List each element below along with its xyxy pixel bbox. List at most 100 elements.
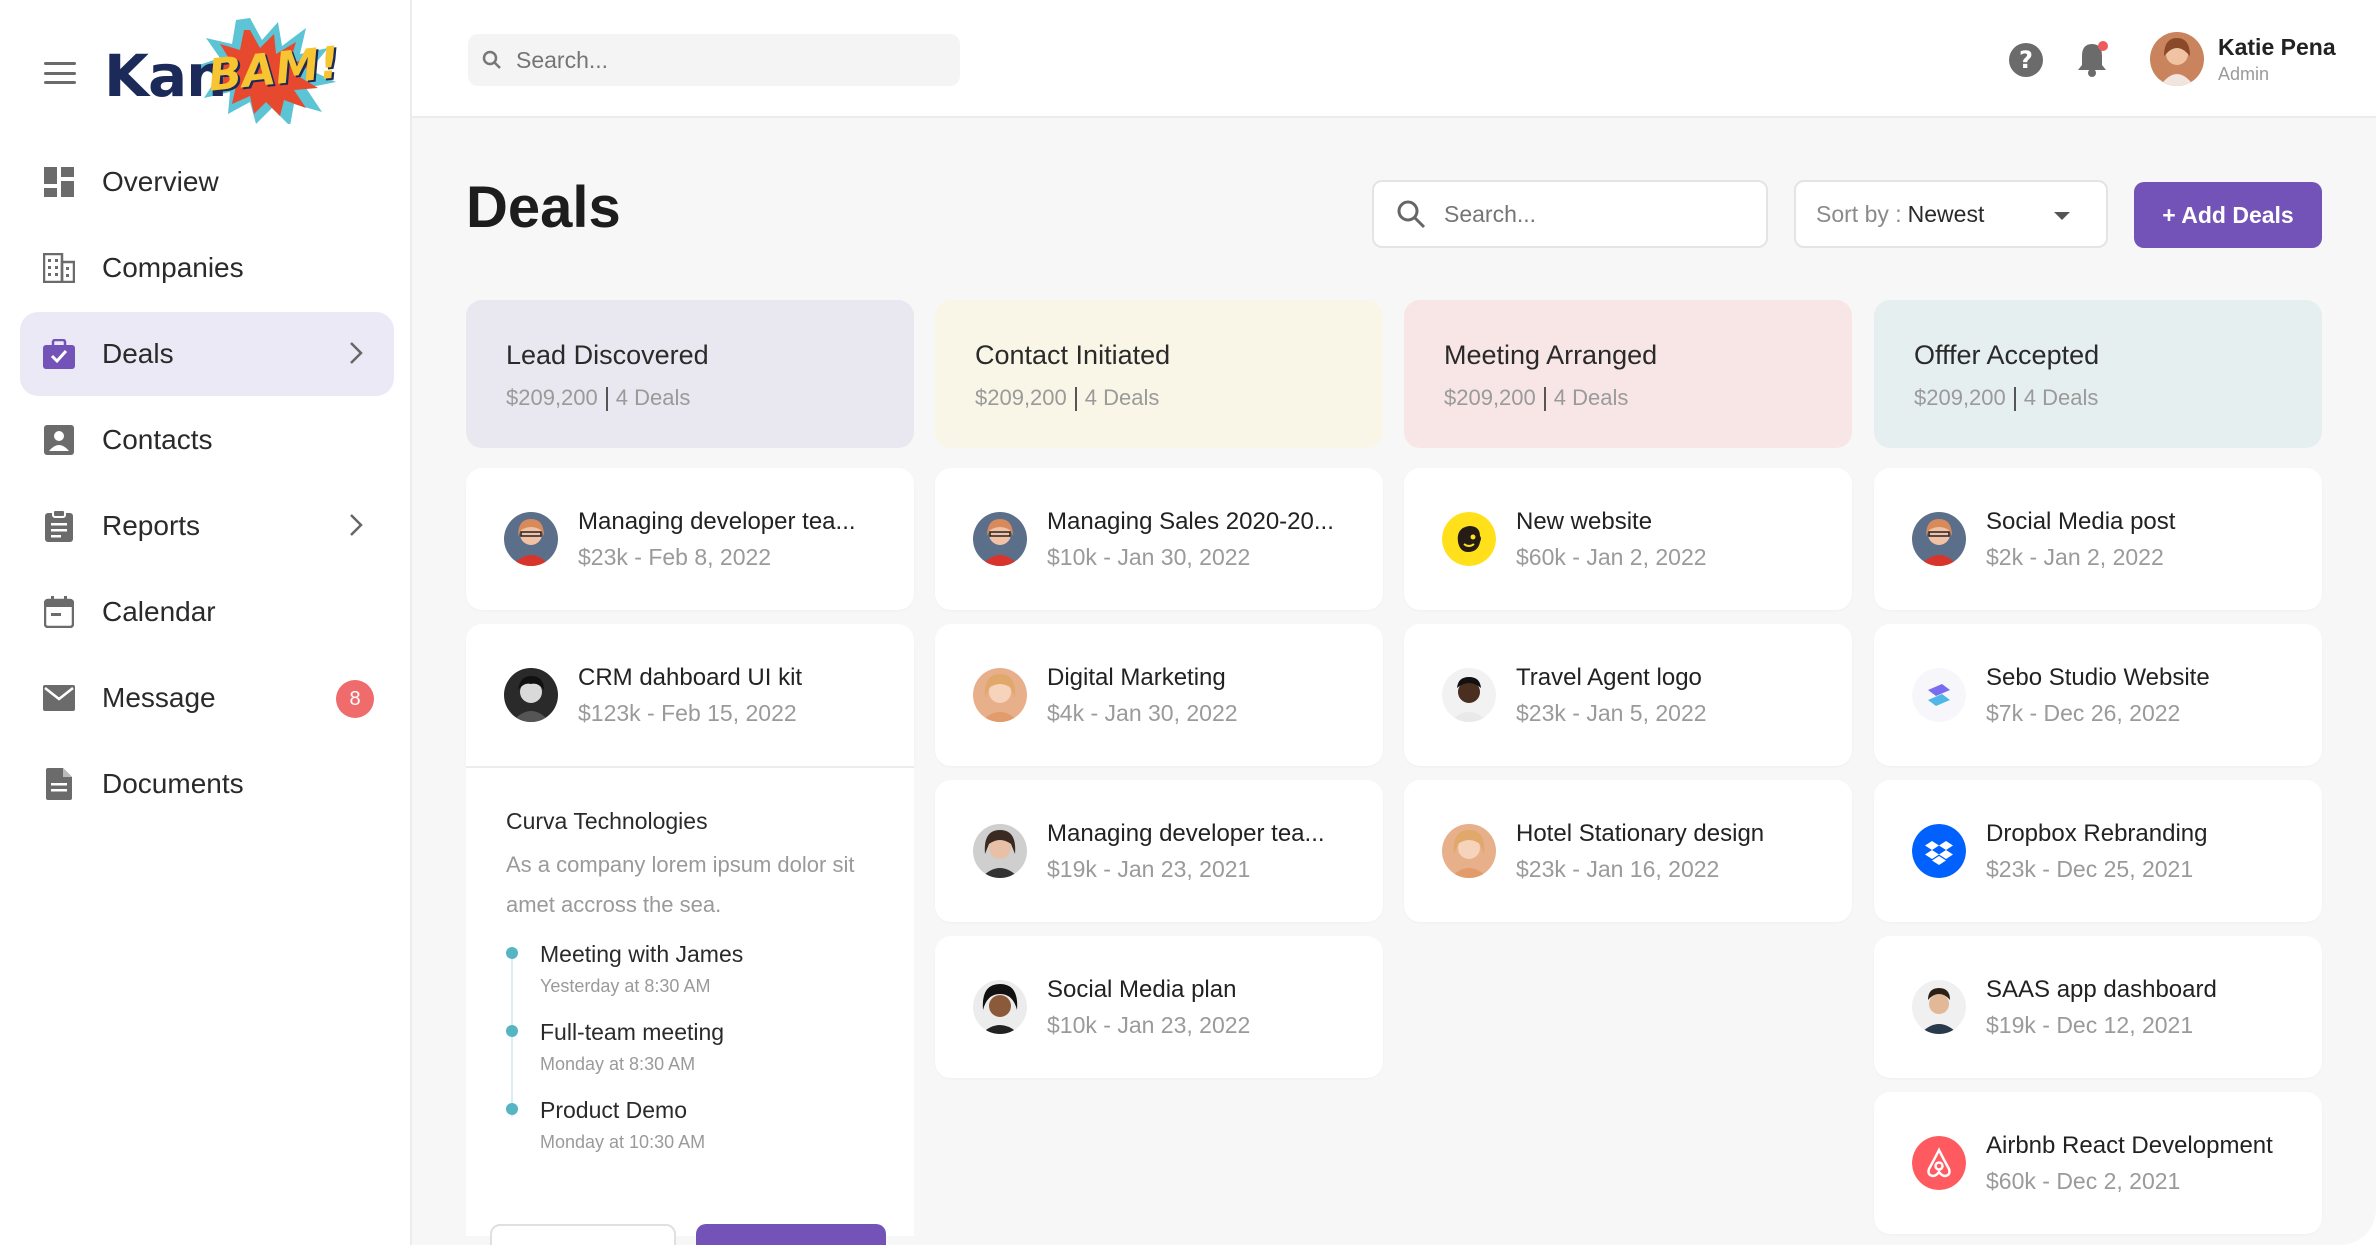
deal-card[interactable]: Travel Agent logo $23k - Jan 5, 2022: [1404, 624, 1852, 766]
sidebar-item-deals[interactable]: Deals: [20, 312, 394, 396]
deal-card[interactable]: Social Media post $2k - Jan 2, 2022: [1874, 468, 2322, 610]
add-deals-button[interactable]: + Add Deals: [2134, 182, 2322, 248]
deal-title: CRM dahboard UI kit: [578, 664, 803, 691]
column-amount: $209,200: [506, 385, 598, 410]
column-header[interactable]: Meeting Arranged $209,200 4 Deals: [1404, 300, 1852, 448]
sidebar-item-calendar[interactable]: Calendar: [20, 570, 394, 654]
sidebar-item-label: Documents: [102, 768, 244, 799]
column-title: Contact Initiated: [975, 340, 1171, 370]
deals-search-input[interactable]: [1444, 200, 1744, 228]
contact-card-icon: [42, 423, 76, 457]
sidebar-item-label: Companies: [102, 252, 244, 283]
avatar: [973, 512, 1027, 566]
column-header[interactable]: Contact Initiated $209,200 4 Deals: [935, 300, 1383, 448]
column-contact-initiated: Contact Initiated $209,200 4 Deals Managi…: [935, 300, 1383, 1092]
timeline-time: Monday at 8:30 AM: [540, 1054, 696, 1074]
timeline-item[interactable]: Product Demo Monday at 10:30 AM: [506, 1097, 874, 1153]
avatar: [1912, 512, 1966, 566]
sidebar-item-companies[interactable]: Companies: [20, 226, 394, 310]
timeline-line: [511, 957, 513, 1117]
sidebar-item-label: Calendar: [102, 596, 216, 627]
sidebar-item-label: Contacts: [102, 424, 213, 455]
sidebar-item-documents[interactable]: Documents: [20, 742, 394, 826]
primary-action-button[interactable]: [696, 1224, 886, 1245]
deal-meta: $23k - Jan 16, 2022: [1516, 856, 1720, 882]
column-header[interactable]: Lead Discovered $209,200 4 Deals: [466, 300, 914, 448]
avatar: [973, 824, 1027, 878]
bell-icon[interactable]: [2074, 40, 2110, 78]
column-count: 4 Deals: [1553, 385, 1629, 410]
deal-details-panel: Curva Technologies As a company lorem ip…: [466, 766, 914, 1245]
deal-card[interactable]: Social Media plan $10k - Jan 23, 2022: [935, 936, 1383, 1078]
dropbox-logo-icon: [1912, 824, 1966, 878]
deal-title: Social Media post: [1986, 508, 2176, 535]
column-meeting-arranged: Meeting Arranged $209,200 4 Deals New web…: [1404, 300, 1852, 936]
deal-meta: $60k - Jan 2, 2022: [1516, 544, 1707, 570]
sort-dropdown[interactable]: Sort by : Newest: [1794, 180, 2108, 248]
timeline-time: Yesterday at 8:30 AM: [540, 976, 711, 996]
deal-title: Hotel Stationary design: [1516, 820, 1765, 847]
sidebar-item-label: Overview: [102, 166, 219, 197]
column-title: Offfer Accepted: [1914, 340, 2100, 370]
chevron-right-icon: [350, 514, 363, 536]
column-title: Meeting Arranged: [1444, 340, 1658, 370]
building-icon: [42, 251, 76, 285]
deal-card[interactable]: CRM dahboard UI kit $123k - Feb 15, 2022: [466, 624, 914, 766]
menu-icon[interactable]: [44, 62, 76, 84]
deal-meta: $2k - Jan 2, 2022: [1986, 544, 2164, 570]
avatar: [504, 512, 558, 566]
deal-meta: $23k - Feb 8, 2022: [578, 544, 772, 570]
deal-title: Managing developer tea...: [578, 508, 856, 535]
deal-card[interactable]: Managing developer tea... $23k - Feb 8, …: [466, 468, 914, 610]
global-search-input[interactable]: [516, 46, 936, 74]
column-amount: $209,200: [975, 385, 1067, 410]
avatar: [973, 668, 1027, 722]
column-amount: $209,200: [1914, 385, 2006, 410]
deal-card[interactable]: Digital Marketing $4k - Jan 30, 2022: [935, 624, 1383, 766]
deal-meta: $19k - Jan 23, 2021: [1047, 856, 1251, 882]
deal-card[interactable]: Managing Sales 2020-20... $10k - Jan 30,…: [935, 468, 1383, 610]
timeline-dot: [506, 1025, 518, 1037]
deal-title: Social Media plan: [1047, 976, 1237, 1003]
column-count: 4 Deals: [1084, 385, 1160, 410]
deal-meta: $10k - Jan 23, 2022: [1047, 1012, 1251, 1038]
secondary-action-button[interactable]: [490, 1224, 676, 1245]
deal-card[interactable]: New website $60k - Jan 2, 2022: [1404, 468, 1852, 610]
timeline-item[interactable]: Full-team meeting Monday at 8:30 AM: [506, 1019, 874, 1075]
activity-timeline: Meeting with James Yesterday at 8:30 AM …: [506, 941, 874, 1153]
page-title: Deals: [466, 175, 621, 240]
deal-card[interactable]: SAAS app dashboard $19k - Dec 12, 2021: [1874, 936, 2322, 1078]
deal-title: New website: [1516, 508, 1653, 535]
deals-search[interactable]: [1372, 180, 1768, 248]
sidebar-item-label: Reports: [102, 510, 201, 541]
user-avatar[interactable]: [2150, 32, 2204, 86]
deal-card[interactable]: Hotel Stationary design $23k - Jan 16, 2…: [1404, 780, 1852, 922]
deal-meta: $4k - Jan 30, 2022: [1047, 700, 1238, 726]
deal-meta: $23k - Jan 5, 2022: [1516, 700, 1707, 726]
deal-card[interactable]: Managing developer tea... $19k - Jan 23,…: [935, 780, 1383, 922]
user-role: Admin: [2218, 64, 2270, 84]
help-icon[interactable]: ?: [2008, 42, 2044, 78]
global-search[interactable]: [468, 34, 960, 86]
briefcase-check-icon: [42, 337, 76, 371]
sort-prefix: Sort by :: [1816, 200, 1902, 227]
timeline-time: Monday at 10:30 AM: [540, 1132, 706, 1152]
column-header[interactable]: Offfer Accepted $209,200 4 Deals: [1874, 300, 2322, 448]
column-summary: $209,200 4 Deals: [1914, 385, 2322, 412]
clipboard-icon: [42, 509, 76, 543]
deal-card[interactable]: Dropbox Rebranding $23k - Dec 25, 2021: [1874, 780, 2322, 922]
timeline-dot: [506, 1103, 518, 1115]
sidebar: Kan BAM! Overview Companies Deals Contac…: [0, 0, 412, 1245]
app-logo[interactable]: Kan BAM!: [100, 14, 342, 124]
sidebar-item-overview[interactable]: Overview: [20, 140, 394, 224]
deal-title: Managing Sales 2020-20...: [1047, 508, 1334, 535]
sidebar-item-contacts[interactable]: Contacts: [20, 398, 394, 482]
deal-card[interactable]: Sebo Studio Website $7k - Dec 26, 2022: [1874, 624, 2322, 766]
timeline-item[interactable]: Meeting with James Yesterday at 8:30 AM: [506, 941, 874, 997]
deal-card[interactable]: Airbnb React Development $60k - Dec 2, 2…: [1874, 1092, 2322, 1234]
sidebar-item-message[interactable]: Message 8: [20, 656, 394, 740]
sidebar-item-reports[interactable]: Reports: [20, 484, 394, 568]
calendar-icon: [42, 595, 76, 629]
column-offer-accepted: Offfer Accepted $209,200 4 Deals Social M…: [1874, 300, 2322, 1245]
company-name: Curva Technologies: [506, 808, 708, 834]
